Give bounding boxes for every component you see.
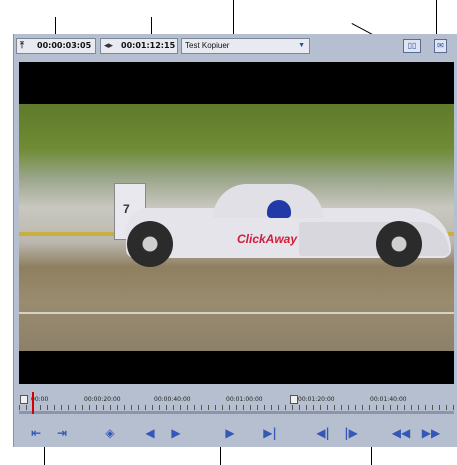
- previous-edit-icon: ◀|: [316, 426, 330, 440]
- go-to-end-icon: ▶|: [263, 426, 277, 440]
- split-clip-button[interactable]: ◈: [99, 424, 121, 442]
- toolbar: ⤒ 00:00:03:05 ◂▸ 00:01:12:15 Test Kopiue…: [14, 34, 457, 58]
- video-frame: 7 ClickAway: [19, 104, 454, 351]
- ruler-label: 00:00:20:00: [84, 396, 121, 403]
- previous-frame-icon: ◀: [145, 426, 155, 440]
- ruler-label: 00:01:40:00: [370, 396, 407, 403]
- track-line: [19, 312, 454, 314]
- timeline-ticks: [19, 405, 454, 410]
- go-to-in-icon: ⇤: [30, 426, 42, 440]
- callout-line: [371, 445, 372, 465]
- up-arrow-icon: ⤒: [20, 41, 24, 51]
- rewind-button[interactable]: ◀◀: [389, 424, 413, 442]
- front-wheel: [376, 221, 422, 267]
- play-button[interactable]: ▶: [221, 424, 239, 442]
- go-to-in-button[interactable]: ⇤: [25, 424, 47, 442]
- play-icon: ▶: [225, 426, 235, 440]
- timeline-scrubber[interactable]: 00:00 00:00:20:00 00:00:40:00 00:01:00:0…: [19, 390, 454, 416]
- previous-edit-button[interactable]: ◀|: [314, 424, 332, 442]
- callout-line: [44, 445, 45, 465]
- go-to-out-button[interactable]: ⇥: [51, 424, 73, 442]
- timeline-scroll-track[interactable]: [19, 411, 454, 414]
- go-to-end-button[interactable]: ▶|: [257, 424, 283, 442]
- playhead[interactable]: [32, 392, 34, 414]
- split-clip-icon: ◈: [105, 426, 115, 440]
- next-edit-button[interactable]: |▶: [342, 424, 360, 442]
- rewind-icon: ◀◀: [391, 426, 411, 440]
- callout-line: [436, 0, 437, 38]
- car-number: 7: [123, 202, 130, 216]
- dual-screen-icon: ▯▯: [407, 41, 417, 50]
- next-frame-button[interactable]: ▶: [167, 424, 185, 442]
- car-nose: [299, 222, 449, 256]
- export-icon: ✉: [437, 41, 444, 50]
- duration-arrows-icon: ◂▸: [104, 41, 114, 51]
- rear-wheel: [127, 221, 173, 267]
- source-dropdown[interactable]: Test Kopiuer ▼: [181, 38, 310, 54]
- duration-timecode-value: 00:01:12:15: [121, 41, 176, 50]
- duration-timecode-field[interactable]: ◂▸ 00:01:12:15: [100, 38, 178, 54]
- dual-screen-button[interactable]: ▯▯: [403, 39, 421, 53]
- driver-helmet: [267, 200, 291, 218]
- go-to-out-icon: ⇥: [56, 426, 68, 440]
- mark-in-handle[interactable]: [20, 395, 28, 404]
- ruler-label: 00:01:00:00: [226, 396, 263, 403]
- next-edit-icon: |▶: [344, 426, 358, 440]
- clip-editor-panel: ⤒ 00:00:03:05 ◂▸ 00:01:12:15 Test Kopiue…: [13, 34, 457, 447]
- source-dropdown-value: Test Kopiuer: [185, 41, 230, 50]
- ruler-label: 00:00:40:00: [154, 396, 191, 403]
- mark-out-handle[interactable]: [290, 395, 298, 404]
- transport-controls: ⇤ ⇥ ◈ ◀ ▶ ▶ ▶| ◀| |▶ ◀◀ ▶▶: [19, 422, 454, 444]
- previous-frame-button[interactable]: ◀: [141, 424, 159, 442]
- video-preview[interactable]: 7 ClickAway: [19, 62, 454, 384]
- car-sponsor-logo: ClickAway: [237, 232, 298, 246]
- fast-forward-icon: ▶▶: [421, 426, 441, 440]
- in-timecode-value: 00:00:03:05: [37, 41, 92, 50]
- chevron-down-icon: ▼: [298, 42, 305, 49]
- fast-forward-button[interactable]: ▶▶: [419, 424, 443, 442]
- export-button[interactable]: ✉: [434, 39, 447, 53]
- in-timecode-field[interactable]: ⤒ 00:00:03:05: [16, 38, 96, 54]
- next-frame-icon: ▶: [171, 426, 181, 440]
- ruler-label: 00:01:20:00: [298, 396, 335, 403]
